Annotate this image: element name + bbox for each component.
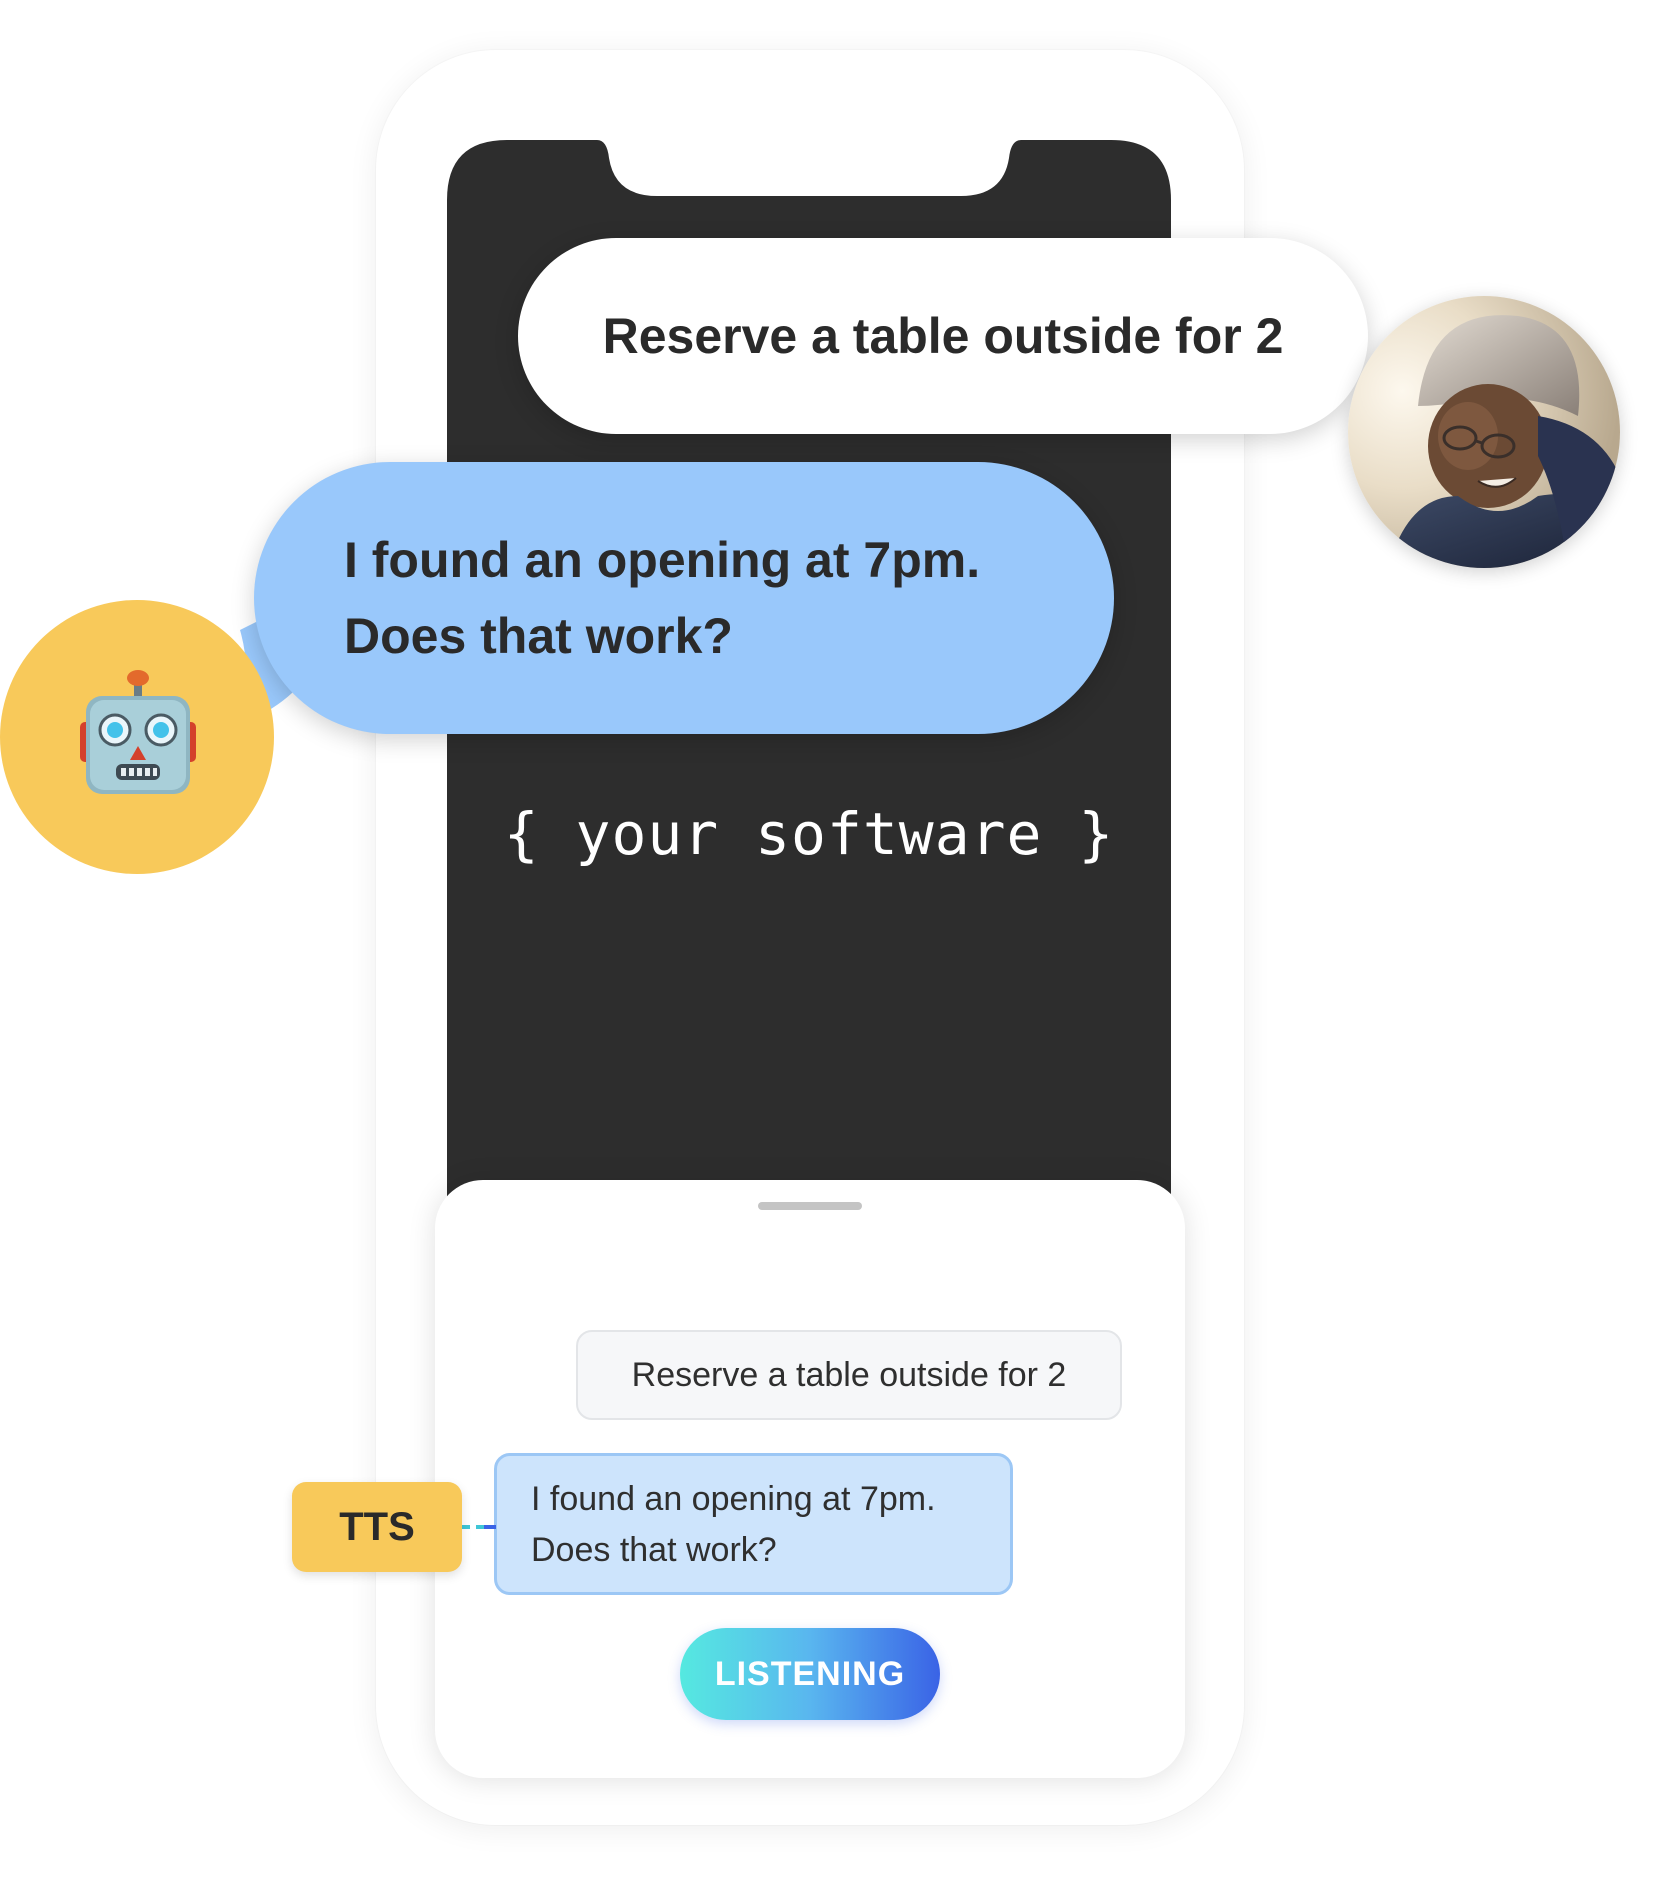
bot-speech-line-1: I found an opening at 7pm. bbox=[344, 532, 981, 588]
bot-message-line-2: Does that work? bbox=[531, 1531, 777, 1569]
illustration-stage: { your software } Reserve a table outsid… bbox=[0, 0, 1677, 1884]
user-message-chip: Reserve a table outside for 2 bbox=[576, 1330, 1122, 1420]
bot-message-chip: I found an opening at 7pm. Does that wor… bbox=[494, 1453, 1013, 1595]
user-photo-icon bbox=[1348, 296, 1620, 568]
software-placeholder-text: { your software } bbox=[503, 800, 1115, 868]
user-speech-bubble: Reserve a table outside for 2 bbox=[518, 238, 1368, 434]
sheet-drag-handle[interactable] bbox=[758, 1202, 862, 1210]
bot-speech-text: I found an opening at 7pm. Does that wor… bbox=[344, 522, 980, 674]
tts-badge: TTS bbox=[292, 1482, 462, 1572]
bot-speech-line-2: Does that work? bbox=[344, 608, 733, 664]
bot-avatar bbox=[0, 600, 274, 874]
bot-speech-bubble: I found an opening at 7pm. Does that wor… bbox=[254, 462, 1114, 734]
bot-message-line-1: I found an opening at 7pm. bbox=[531, 1480, 936, 1518]
user-avatar bbox=[1348, 296, 1620, 568]
robot-face-icon bbox=[80, 670, 196, 794]
listening-button[interactable]: LISTENING bbox=[680, 1628, 940, 1720]
tts-connector-line bbox=[462, 1525, 496, 1529]
user-speech-text: Reserve a table outside for 2 bbox=[602, 308, 1284, 364]
